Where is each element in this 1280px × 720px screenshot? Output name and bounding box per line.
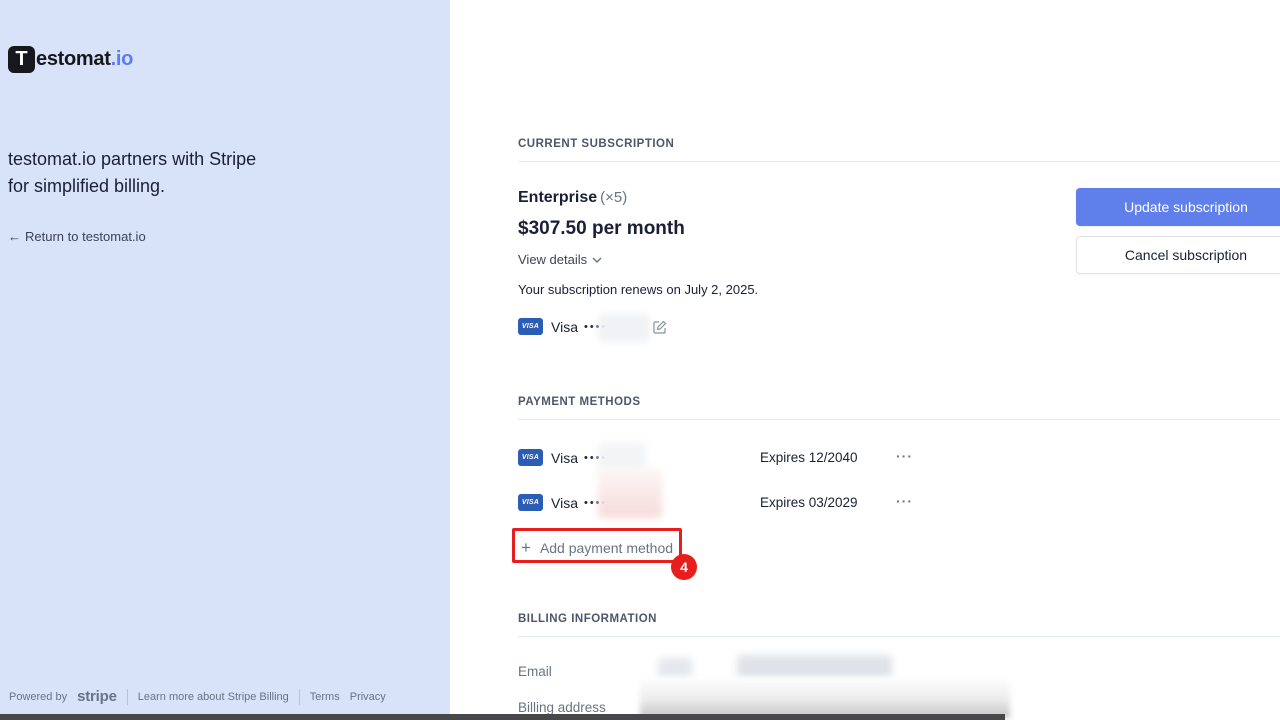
payment-method-row: VISA Visa •••• xyxy=(518,494,607,511)
edit-pencil-icon xyxy=(653,320,667,334)
payment-method-row: VISA Visa •••• xyxy=(518,449,607,466)
view-details-toggle[interactable]: View details xyxy=(518,252,602,267)
arrow-left-icon: ← xyxy=(8,229,21,244)
payment-methods-heading: PAYMENT METHODS xyxy=(518,396,641,408)
section-divider xyxy=(518,636,1280,637)
billing-address-label: Billing address xyxy=(518,700,606,715)
privacy-link[interactable]: Privacy xyxy=(350,691,386,703)
footer-divider xyxy=(127,689,128,705)
add-payment-method-label: Add payment method xyxy=(540,540,673,556)
card-brand-label: Visa xyxy=(551,495,578,511)
return-link-label: Return to testomat.io xyxy=(25,229,146,244)
footer-divider xyxy=(299,689,300,705)
redacted-card-number xyxy=(598,314,650,342)
return-link[interactable]: ← Return to testomat.io xyxy=(8,229,146,244)
sidebar: Testomat.io testomat.io partners with St… xyxy=(0,0,450,720)
visa-card-icon: VISA xyxy=(518,494,543,511)
renewal-text: Your subscription renews on July 2, 2025… xyxy=(518,282,758,297)
stripe-logo[interactable]: stripe xyxy=(77,688,117,705)
plus-icon: + xyxy=(521,538,531,558)
annotation-step-badge: 4 xyxy=(671,554,697,580)
visa-card-icon: VISA xyxy=(518,318,543,335)
card-expiry: Expires 03/2029 xyxy=(760,495,858,510)
card-expiry: Expires 12/2040 xyxy=(760,450,858,465)
add-payment-method-button[interactable]: + Add payment method xyxy=(521,538,673,558)
plan-name: Enterprise xyxy=(518,189,597,206)
terms-link[interactable]: Terms xyxy=(310,691,340,703)
sidebar-footer: Powered by stripe Learn more about Strip… xyxy=(9,688,386,705)
email-label: Email xyxy=(518,664,552,679)
learn-more-link[interactable]: Learn more about Stripe Billing xyxy=(138,691,289,703)
update-subscription-button[interactable]: Update subscription xyxy=(1076,188,1280,226)
logo-tld: .io xyxy=(111,48,133,71)
redacted-card-number xyxy=(598,468,662,518)
powered-by-label: Powered by xyxy=(9,691,67,703)
main-content: CURRENT SUBSCRIPTION Enterprise(×5) $307… xyxy=(450,0,1280,720)
subscription-card-row: VISA Visa •••• xyxy=(518,318,607,335)
redacted-address-value xyxy=(640,676,1010,718)
overflow-menu-icon[interactable]: ··· xyxy=(896,493,913,509)
edit-card-button[interactable] xyxy=(653,320,667,334)
overflow-menu-icon[interactable]: ··· xyxy=(896,448,913,464)
redaction-bar xyxy=(0,714,1005,720)
testomat-logo[interactable]: Testomat.io xyxy=(8,46,133,73)
billing-information-heading: BILLING INFORMATION xyxy=(518,613,657,625)
view-details-label: View details xyxy=(518,252,587,267)
redacted-card-number xyxy=(598,443,646,471)
plan-row: Enterprise(×5) xyxy=(518,189,627,207)
plan-price: $307.50 per month xyxy=(518,218,685,240)
plan-quantity: (×5) xyxy=(600,189,627,206)
card-brand-label: Visa xyxy=(551,319,578,335)
chevron-down-icon xyxy=(592,257,602,263)
cancel-subscription-button[interactable]: Cancel subscription xyxy=(1076,236,1280,274)
partner-tagline: testomat.io partners with Stripe for sim… xyxy=(8,146,268,200)
testomat-logo-icon: T xyxy=(8,46,35,73)
current-subscription-heading: CURRENT SUBSCRIPTION xyxy=(518,138,674,150)
section-divider xyxy=(518,161,1280,162)
visa-card-icon: VISA xyxy=(518,449,543,466)
card-brand-label: Visa xyxy=(551,450,578,466)
logo-word: estomat xyxy=(36,48,111,71)
section-divider xyxy=(518,419,1280,420)
